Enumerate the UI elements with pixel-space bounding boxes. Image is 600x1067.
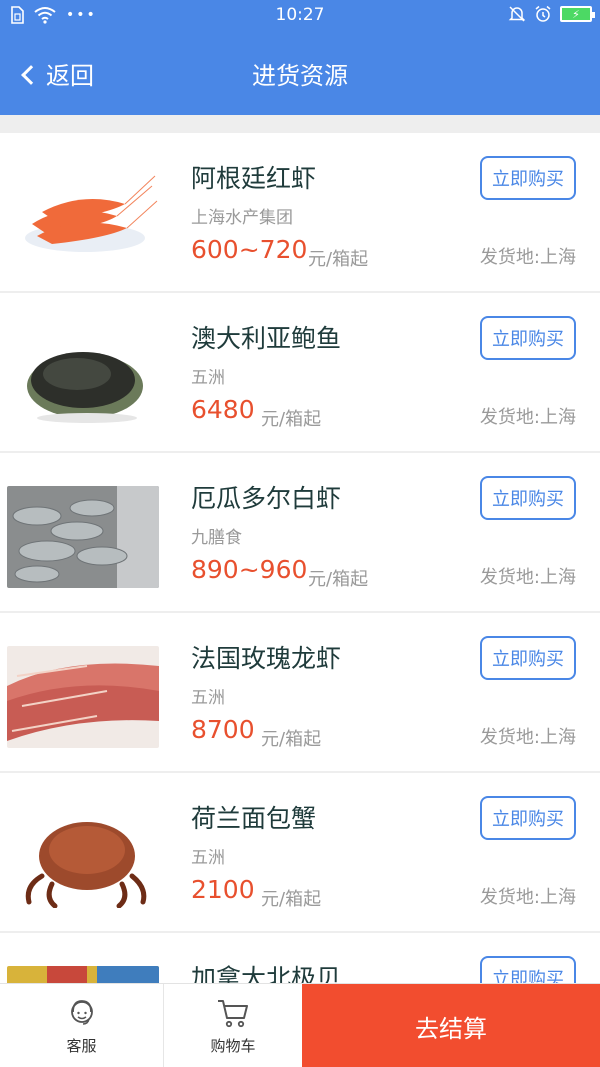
customer-service-icon [70,999,93,1025]
price: 2100 [191,875,255,904]
buy-now-button[interactable]: 立即购买 [480,316,576,360]
ship-origin: 发货地:上海 [479,887,576,908]
battery-icon: ⚡ [560,6,595,22]
product-name: 阿根廷红虾 [191,164,317,193]
list-item[interactable]: 荷兰面包蟹 五洲 2100 元/箱起 发货地:上海 立即购买 [0,773,600,933]
list-item[interactable]: 阿根廷红虾 上海水产集团 600~720 元/箱起 发货地:上海 立即购买 [0,133,600,293]
cart-label: 购物车 [210,1036,256,1055]
customer-service-label: 客服 [66,1036,97,1055]
product-name: 厄瓜多尔白虾 [191,484,342,513]
product-image [7,646,159,748]
buy-now-button[interactable]: 立即购买 [480,796,576,840]
silent-bell-icon [508,6,526,22]
seller-name: 九膳食 [191,528,242,548]
status-bar: ••• 10:27 ⚡ [0,0,600,32]
price: 8700 [191,715,255,744]
price: 6480 [191,395,255,424]
alarm-icon [535,5,551,22]
price-unit: 元/箱起 [261,889,322,910]
product-name: 澳大利亚鲍鱼 [191,324,342,353]
price-unit: 元/箱起 [261,729,322,750]
ship-origin: 发货地:上海 [479,567,576,588]
product-image [7,326,159,428]
seller-name: 上海水产集团 [191,208,293,228]
divider-band [0,115,600,133]
checkout-button[interactable]: 去结算 [302,984,600,1067]
product-image [7,486,159,588]
product-name: 荷兰面包蟹 [191,804,317,833]
list-item[interactable]: 法国玫瑰龙虾 五洲 8700 元/箱起 发货地:上海 立即购买 [0,613,600,773]
top-banner: ••• 10:27 ⚡ 返回 进货资源 [0,0,600,115]
product-name: 加拿大北极贝 [191,964,342,983]
price-unit: 元/箱起 [308,569,369,590]
shopping-cart-icon [218,999,248,1027]
buy-now-button[interactable]: 立即购买 [480,636,576,680]
status-right: ⚡ [508,5,595,23]
ship-origin: 发货地:上海 [479,727,576,748]
seller-name: 五洲 [191,368,225,388]
list-item[interactable]: 澳大利亚鲍鱼 五洲 6480 元/箱起 发货地:上海 立即购买 [0,293,600,453]
app-bar: 返回 进货资源 [0,32,600,115]
ship-origin: 发货地:上海 [479,247,576,268]
list-item[interactable]: 加拿大北极贝 立即购买 [0,933,600,983]
product-list[interactable]: 阿根廷红虾 上海水产集团 600~720 元/箱起 发货地:上海 立即购买 澳大… [0,133,600,983]
buy-now-button[interactable]: 立即购买 [480,476,576,520]
price-unit: 元/箱起 [261,409,322,430]
product-name: 法国玫瑰龙虾 [191,644,342,673]
list-item[interactable]: 厄瓜多尔白虾 九膳食 890~960 元/箱起 发货地:上海 立即购买 [0,453,600,613]
buy-now-button[interactable]: 立即购买 [480,156,576,200]
seller-name: 五洲 [191,848,225,868]
price-unit: 元/箱起 [308,249,369,270]
seller-name: 五洲 [191,688,225,708]
price: 890~960 [191,555,308,584]
buy-now-button[interactable]: 立即购买 [480,956,576,983]
cart-tab[interactable]: 购物车 [164,984,302,1067]
customer-service-tab[interactable]: 客服 [0,984,164,1067]
bottom-bar: 客服 购物车 去结算 [0,983,600,1067]
page-title: 进货资源 [252,62,348,90]
product-image [7,966,159,983]
product-image [7,806,159,908]
price: 600~720 [191,235,308,264]
ship-origin: 发货地:上海 [479,407,576,428]
product-image [7,166,159,268]
